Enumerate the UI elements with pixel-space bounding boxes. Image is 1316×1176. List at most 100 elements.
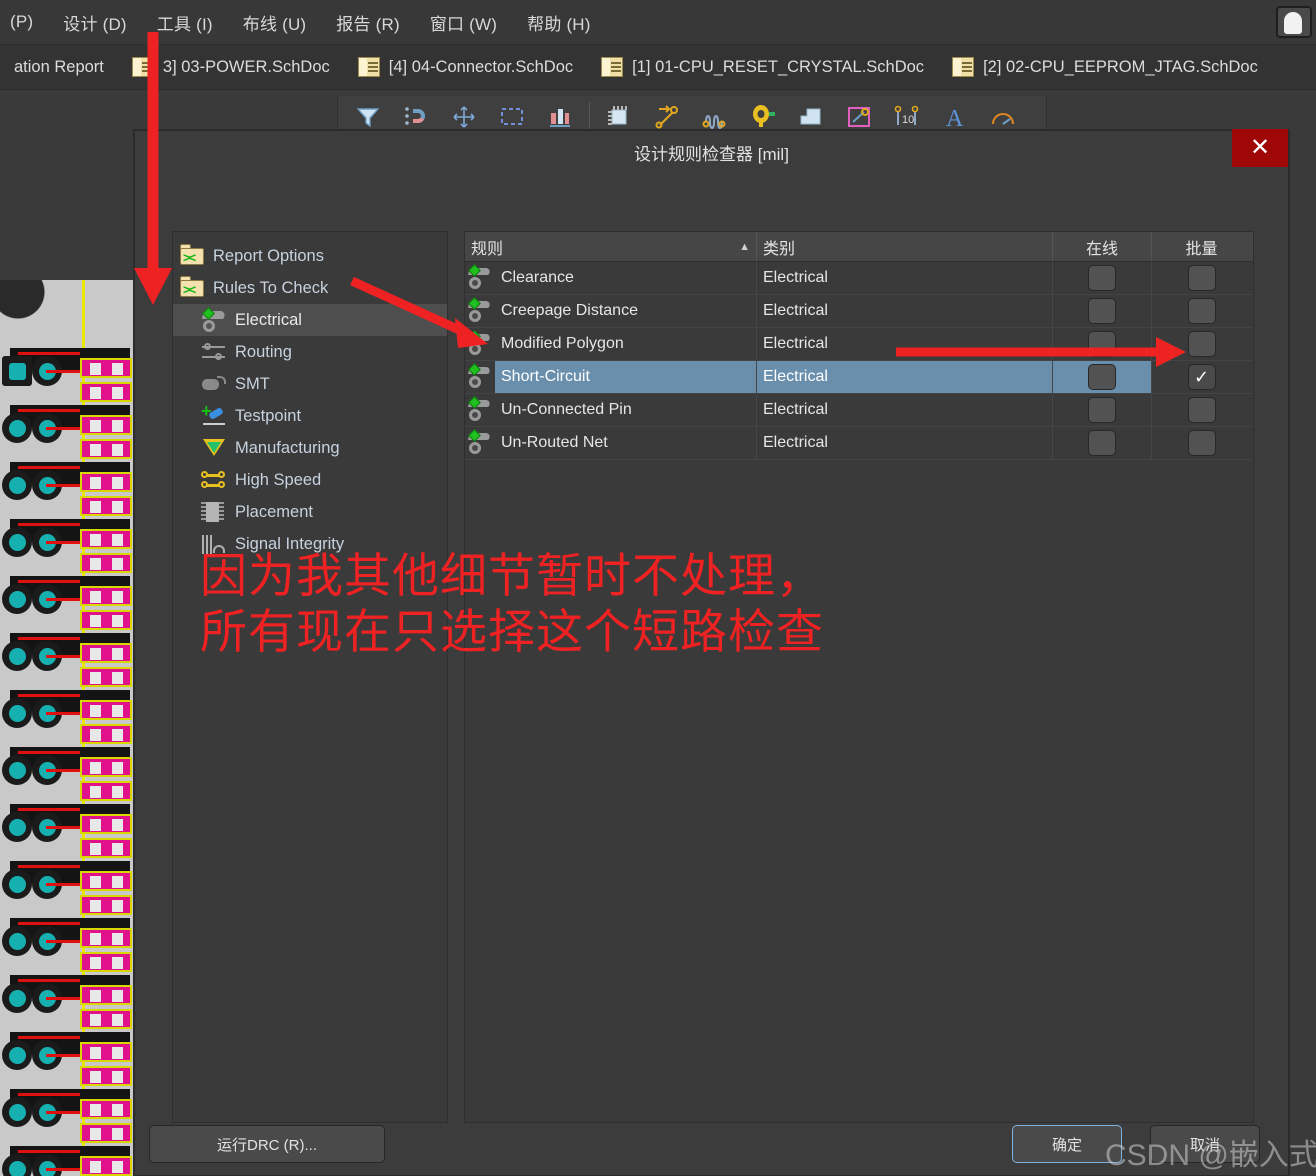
tab-02-cpu-eeprom-jtag[interactable]: [2] 02-CPU_EEPROM_JTAG.SchDoc — [938, 45, 1272, 90]
dialog-body: >< Report Options >< Rules To Check Elec… — [135, 173, 1288, 1175]
sheet-icon — [357, 57, 380, 77]
tree-item-electrical[interactable]: Electrical — [173, 304, 447, 336]
cell-online — [1053, 361, 1152, 393]
tree-item-signal-integrity[interactable]: Signal Integrity — [173, 528, 447, 560]
run-drc-button[interactable]: 运行DRC (R)... — [149, 1125, 385, 1163]
cell-category: Electrical — [757, 394, 1053, 426]
online-checkbox[interactable] — [1088, 397, 1116, 423]
smt-icon — [201, 372, 227, 396]
batch-checkbox[interactable]: ✓ — [1187, 364, 1216, 390]
document-tab-bar: ation Report 3] 03-POWER.SchDoc [4] 04-C… — [0, 45, 1316, 90]
table-row[interactable]: Creepage Distance Electrical — [465, 295, 1253, 328]
cell-category: Electrical — [757, 295, 1053, 327]
folder-rules-icon: >< — [179, 276, 205, 300]
cell-category: Electrical — [757, 262, 1053, 294]
batch-checkbox[interactable] — [1187, 298, 1216, 324]
table-row[interactable]: Short-Circuit Electrical ✓ — [465, 361, 1253, 394]
tab-label: [1] 01-CPU_RESET_CRYSTAL.SchDoc — [632, 57, 925, 76]
online-checkbox[interactable] — [1088, 331, 1116, 357]
sheet-icon — [131, 57, 154, 77]
cell-rule: Un-Routed Net — [495, 427, 757, 459]
table-row[interactable]: Un-Routed Net Electrical — [465, 427, 1253, 460]
menu-item-p[interactable]: (P) — [4, 9, 39, 35]
online-checkbox[interactable] — [1088, 364, 1116, 390]
column-header-label: 规则 — [471, 240, 504, 258]
online-checkbox[interactable] — [1088, 430, 1116, 456]
cell-batch: ✓ — [1152, 361, 1251, 393]
batch-checkbox[interactable] — [1187, 397, 1216, 423]
cell-category: Electrical — [757, 361, 1053, 393]
tree-item-label: Report Options — [213, 246, 324, 265]
column-header-category[interactable]: 类别 — [757, 232, 1053, 261]
svg-text:10: 10 — [902, 114, 914, 126]
column-header-batch[interactable]: 批量 — [1152, 232, 1251, 261]
folder-report-icon: >< — [179, 244, 205, 268]
menu-item-report[interactable]: 报告 (R) — [330, 7, 406, 38]
tree-item-placement[interactable]: Placement — [173, 496, 447, 528]
cell-rule: Clearance — [495, 262, 757, 294]
online-checkbox[interactable] — [1088, 265, 1116, 291]
cell-batch — [1152, 295, 1251, 327]
tab-label: 3] 03-POWER.SchDoc — [162, 57, 330, 76]
online-checkbox[interactable] — [1088, 298, 1116, 324]
tab-03-power[interactable]: 3] 03-POWER.SchDoc — [118, 45, 344, 90]
pcb-canvas-artwork — [0, 280, 134, 1176]
dialog-title: 设计规则检查器 [mil] — [634, 144, 789, 164]
tree-item-report-options[interactable]: >< Report Options — [173, 240, 447, 272]
rule-electrical-icon — [465, 361, 495, 393]
tab-validation-report[interactable]: ation Report — [0, 45, 118, 90]
menu-item-design[interactable]: 设计 (D) — [57, 7, 133, 38]
high-speed-icon — [201, 468, 227, 492]
tab-label: ation Report — [14, 57, 104, 76]
cancel-button[interactable]: 取消 — [1150, 1125, 1260, 1163]
rule-electrical-icon — [465, 394, 495, 426]
window-partial-button[interactable] — [1276, 6, 1312, 38]
menu-item-help[interactable]: 帮助 (H) — [521, 7, 597, 38]
column-header-rule[interactable]: 规则 ▲ — [465, 232, 757, 261]
dialog-title-bar[interactable]: 设计规则检查器 [mil] ✕ — [135, 129, 1288, 173]
rules-table-panel: 规则 ▲ 类别 在线 批量 Clearance Electrical Creepag… — [464, 231, 1254, 1123]
column-header-label: 在线 — [1085, 240, 1118, 258]
column-header-online[interactable]: 在线 — [1053, 232, 1152, 261]
batch-checkbox[interactable] — [1187, 430, 1216, 456]
tree-item-routing[interactable]: Routing — [173, 336, 447, 368]
table-row[interactable]: Clearance Electrical — [465, 262, 1253, 295]
cell-rule: Creepage Distance — [495, 295, 757, 327]
column-header-label: 类别 — [763, 240, 796, 258]
tab-label: [4] 04-Connector.SchDoc — [388, 57, 574, 76]
table-row[interactable]: Un-Connected Pin Electrical — [465, 394, 1253, 427]
sort-ascending-icon: ▲ — [739, 240, 750, 253]
batch-checkbox[interactable] — [1187, 331, 1216, 357]
rule-electrical-icon — [465, 262, 495, 294]
ok-label: 确定 — [1051, 1136, 1082, 1154]
manufacturing-icon — [201, 436, 227, 460]
tree-item-manufacturing[interactable]: Manufacturing — [173, 432, 447, 464]
tree-item-label: Electrical — [235, 310, 302, 329]
cell-category: Electrical — [757, 328, 1053, 360]
menu-item-window[interactable]: 窗口 (W) — [424, 7, 503, 38]
ok-button[interactable]: 确定 — [1012, 1125, 1122, 1163]
rule-electrical-icon — [465, 328, 495, 360]
tree-item-high-speed[interactable]: High Speed — [173, 464, 447, 496]
cell-rule: Short-Circuit — [495, 361, 757, 393]
tab-04-connector[interactable]: [4] 04-Connector.SchDoc — [344, 45, 587, 90]
tree-item-label: Signal Integrity — [235, 534, 345, 553]
tab-01-cpu-reset-crystal[interactable]: [1] 01-CPU_RESET_CRYSTAL.SchDoc — [587, 45, 938, 90]
cell-rule: Un-Connected Pin — [495, 394, 757, 426]
tree-item-label: SMT — [235, 374, 270, 393]
menu-item-tools[interactable]: 工具 (I) — [151, 7, 219, 38]
table-row[interactable]: Modified Polygon Electrical — [465, 328, 1253, 361]
rule-electrical-icon — [465, 427, 495, 459]
batch-checkbox[interactable] — [1187, 265, 1216, 291]
close-icon[interactable]: ✕ — [1232, 129, 1288, 167]
testpoint-icon: + — [201, 402, 227, 428]
table-body: Clearance Electrical Creepage Distance Elec… — [465, 262, 1253, 460]
column-header-label: 批量 — [1185, 240, 1218, 258]
rule-electrical-icon — [465, 295, 495, 327]
tree-item-rules-to-check[interactable]: >< Rules To Check — [173, 272, 447, 304]
cell-batch — [1152, 394, 1251, 426]
svg-text:A: A — [946, 106, 964, 130]
menu-item-route[interactable]: 布线 (U) — [237, 7, 313, 38]
tree-item-testpoint[interactable]: + Testpoint — [173, 400, 447, 432]
tree-item-smt[interactable]: SMT — [173, 368, 447, 400]
